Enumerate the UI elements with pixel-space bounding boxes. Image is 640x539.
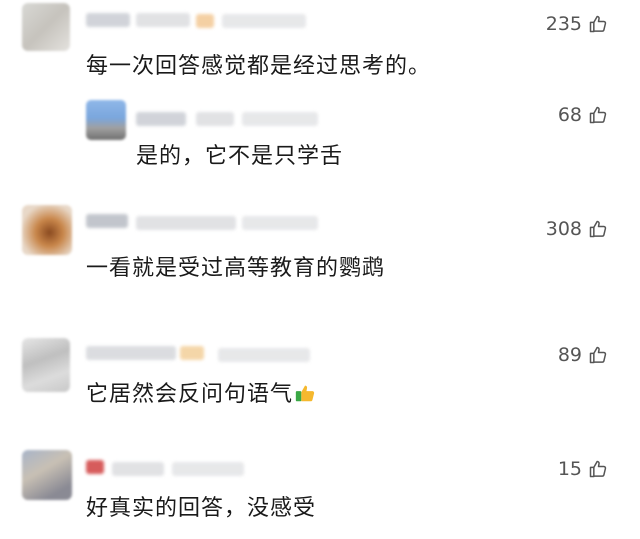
reply-item: 68 是的，它不是只学舌 [0, 90, 640, 190]
thumbs-up-icon [589, 346, 607, 364]
username-blurred[interactable] [86, 13, 130, 27]
username-blurred[interactable] [86, 346, 176, 360]
thumbs-up-icon [589, 15, 607, 33]
comment-text: 每一次回答感觉都是经过思考的。 [86, 54, 432, 79]
like-count: 235 [545, 13, 582, 35]
like-button[interactable]: 15 [558, 458, 608, 480]
username-blurred [136, 216, 236, 230]
avatar[interactable] [22, 450, 72, 500]
thumbs-up-icon [589, 460, 607, 478]
like-button[interactable]: 308 [546, 218, 608, 240]
username-blurred [196, 14, 214, 28]
like-count: 308 [545, 218, 582, 240]
username-blurred[interactable] [86, 214, 128, 228]
like-count: 15 [557, 458, 582, 480]
like-count: 89 [557, 344, 582, 366]
avatar[interactable] [86, 100, 126, 140]
comment-item: 15 好真实的回答，没感受 [0, 440, 640, 539]
username-blurred [242, 216, 318, 230]
thumbs-up-icon [589, 220, 607, 238]
thumbs-up-icon [589, 106, 607, 124]
comment-text: 一看就是受过高等教育的鹦鹉 [86, 256, 386, 281]
username-blurred [218, 348, 310, 362]
username-blurred[interactable] [136, 112, 186, 126]
username-blurred[interactable] [136, 13, 190, 27]
comment-item: 235 每一次回答感觉都是经过思考的。 [0, 0, 640, 90]
username-blurred [242, 112, 318, 126]
comment-text: 它居然会反问句语气 [86, 382, 294, 407]
comment-text: 是的，它不是只学舌 [136, 144, 344, 169]
like-count: 68 [557, 104, 582, 126]
thumbs-up-emoji-icon [295, 385, 315, 402]
like-button[interactable]: 68 [558, 104, 608, 126]
avatar[interactable] [22, 3, 70, 51]
username-blurred [172, 462, 244, 476]
avatar[interactable] [22, 338, 70, 392]
like-button[interactable]: 235 [546, 13, 608, 35]
username-blurred [222, 14, 306, 28]
like-button[interactable]: 89 [558, 344, 608, 366]
username-blurred [196, 112, 234, 126]
comment-item: 308 一看就是受过高等教育的鹦鹉 [0, 200, 640, 290]
username-blurred [112, 462, 164, 476]
comment-text: 好真实的回答，没感受 [86, 496, 317, 521]
comment-item: 89 它居然会反问句语气 [0, 320, 640, 420]
avatar[interactable] [22, 205, 72, 255]
comment-text-row: 它居然会反问句语气 [86, 376, 316, 408]
username-blurred [180, 346, 204, 360]
username-blurred[interactable] [86, 460, 104, 474]
